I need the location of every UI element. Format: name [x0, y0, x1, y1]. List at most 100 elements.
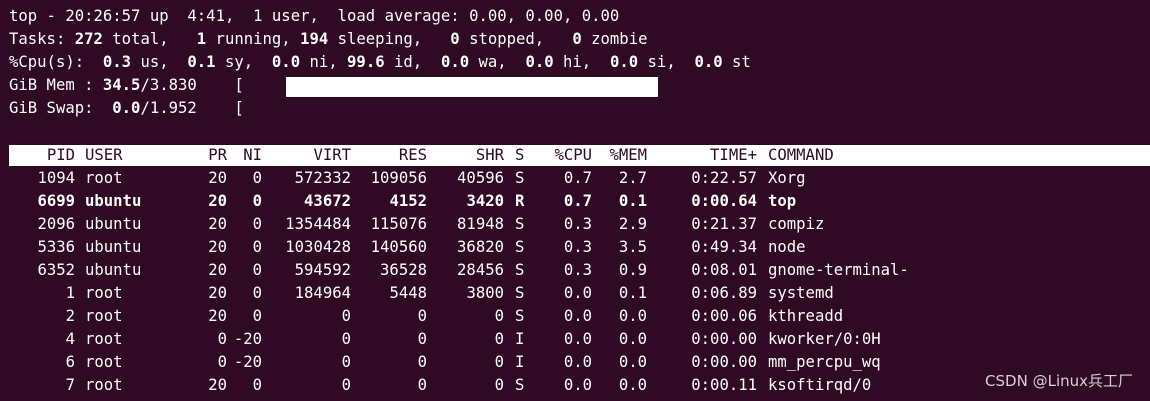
ni-cell: 0 — [252, 376, 262, 394]
cpu-cell: 0.3 — [563, 261, 592, 279]
pid-cell: 6 — [65, 353, 75, 371]
pid-cell: 1094 — [37, 169, 75, 187]
mem-cell: 2.7 — [618, 169, 647, 187]
col-virt[interactable]: VIRT — [262, 145, 351, 166]
tasks-zombie: 0 — [572, 30, 582, 48]
mem-cell: 0.0 — [618, 330, 647, 348]
cpu-cell: 0.0 — [563, 376, 592, 394]
state-cell: S — [515, 284, 525, 302]
command-cell: kworker/0:0H — [768, 330, 881, 348]
load-average: 0.00, 0.00, 0.00 — [469, 7, 620, 25]
cpu-si: 0.0 — [609, 53, 639, 71]
state-cell: I — [515, 330, 525, 348]
command-cell: mm_percpu_wq — [768, 353, 881, 371]
state-cell: S — [515, 376, 525, 394]
col-pr[interactable]: PR — [169, 145, 227, 166]
mem-cell: 3.5 — [618, 238, 647, 256]
shr-cell: 0 — [494, 353, 504, 371]
terminal-window[interactable]: top - 20:26:57 up 4:41, 1 user, load ave… — [0, 0, 1150, 401]
pr-cell: 20 — [208, 376, 227, 394]
col-pid[interactable]: PID — [9, 145, 75, 166]
swap-used: 0.0 — [112, 99, 141, 117]
col-res[interactable]: RES — [351, 145, 427, 166]
mem-line: GiB Mem : 34.5/3.830 [ — [9, 76, 244, 94]
mem-cell: 0.1 — [618, 192, 647, 210]
res-cell: 4152 — [389, 192, 427, 210]
swap-total: /1.952 — [140, 99, 197, 117]
shr-cell: 40596 — [457, 169, 504, 187]
virt-cell: 43672 — [304, 192, 351, 210]
process-row[interactable]: 7 root 20 0 0 0 0 S 0.0 0.0 0:00.11 ksof… — [9, 374, 1150, 397]
user-cell: ubuntu — [85, 215, 142, 233]
time-cell: 0:08.01 — [691, 261, 757, 279]
pid-cell: 1 — [65, 284, 75, 302]
time-cell: 0:22.57 — [691, 169, 757, 187]
cpu-ni: 0.0 — [271, 53, 301, 71]
swap-bracket: [ — [196, 99, 244, 117]
swap-line: GiB Swap: 0.0/1.952 [ — [9, 99, 244, 117]
col-time[interactable]: TIME+ — [647, 145, 757, 166]
res-cell: 140560 — [370, 238, 427, 256]
tasks-running: 1 — [196, 30, 207, 48]
pid-cell: 5336 — [37, 238, 75, 256]
user-cell: root — [85, 307, 123, 325]
pr-cell: 0 — [217, 353, 227, 371]
col-ni[interactable]: NI — [227, 145, 262, 166]
res-cell: 36528 — [380, 261, 427, 279]
col-command[interactable]: COMMAND — [768, 145, 834, 166]
cpu-hi: 0.0 — [525, 53, 554, 71]
cpu-wa: 0.0 — [440, 53, 470, 71]
user-cell: root — [85, 284, 123, 302]
user-cell: root — [85, 169, 123, 187]
process-row[interactable]: 1094 root 20 0 572332 109056 40596 S 0.7… — [9, 167, 1150, 190]
cpu-sy: 0.1 — [187, 53, 216, 71]
col-mem[interactable]: %MEM — [592, 145, 647, 166]
col-user[interactable]: USER — [85, 145, 123, 166]
state-cell: S — [515, 238, 525, 256]
shr-cell: 3420 — [466, 192, 504, 210]
pr-cell: 20 — [208, 238, 227, 256]
ni-cell: -20 — [233, 330, 262, 348]
ni-cell: 0 — [252, 215, 262, 233]
col-shr[interactable]: SHR — [427, 145, 504, 166]
process-row[interactable]: 2 root 20 0 0 0 0 S 0.0 0.0 0:00.06 kthr… — [9, 305, 1150, 328]
mem-cell: 2.9 — [618, 215, 647, 233]
process-row[interactable]: 1 root 20 0 184964 5448 3800 S 0.0 0.1 0… — [9, 282, 1150, 305]
res-cell: 115076 — [370, 215, 427, 233]
state-cell: S — [515, 215, 525, 233]
process-row-highlighted[interactable]: 6699 ubuntu 20 0 43672 4152 3420 R 0.7 0… — [9, 190, 1150, 213]
user-count: 1 — [253, 7, 263, 25]
command-cell: ksoftirqd/0 — [768, 376, 872, 394]
virt-cell: 0 — [341, 307, 351, 325]
state-cell: S — [515, 261, 525, 279]
state-cell: S — [515, 307, 525, 325]
col-state[interactable]: S — [515, 145, 524, 166]
col-cpu[interactable]: %CPU — [527, 145, 592, 166]
tasks-stopped: 0 — [450, 30, 460, 48]
pid-cell: 2096 — [37, 215, 75, 233]
command-cell: kthreadd — [768, 307, 844, 325]
pr-cell: 20 — [208, 284, 227, 302]
process-row[interactable]: 4 root 0 -20 0 0 0 I 0.0 0.0 0:00.00 kwo… — [9, 328, 1150, 351]
virt-cell: 594592 — [294, 261, 351, 279]
process-row[interactable]: 2096 ubuntu 20 0 1354484 115076 81948 S … — [9, 213, 1150, 236]
shr-cell: 28456 — [457, 261, 504, 279]
virt-cell: 0 — [341, 353, 351, 371]
virt-cell: 1030428 — [285, 238, 351, 256]
pr-cell: 20 — [208, 261, 227, 279]
mem-total: /3.830 — [140, 76, 197, 94]
process-row[interactable]: 6 root 0 -20 0 0 0 I 0.0 0.0 0:00.00 mm_… — [9, 351, 1150, 374]
user-cell: root — [85, 353, 123, 371]
shr-cell: 36820 — [457, 238, 504, 256]
process-row[interactable]: 6352 ubuntu 20 0 594592 36528 28456 S 0.… — [9, 259, 1150, 282]
pr-cell: 0 — [217, 330, 227, 348]
pid-cell: 4 — [65, 330, 75, 348]
ni-cell: 0 — [252, 284, 262, 302]
time-cell: 0:00.64 — [691, 192, 757, 210]
command-cell: top — [768, 192, 797, 210]
mem-cell: 0.0 — [618, 353, 647, 371]
time-cell: 0:06.89 — [691, 284, 757, 302]
virt-cell: 0 — [341, 330, 351, 348]
cpu-cell: 0.3 — [563, 215, 592, 233]
process-row[interactable]: 5336 ubuntu 20 0 1030428 140560 36820 S … — [9, 236, 1150, 259]
